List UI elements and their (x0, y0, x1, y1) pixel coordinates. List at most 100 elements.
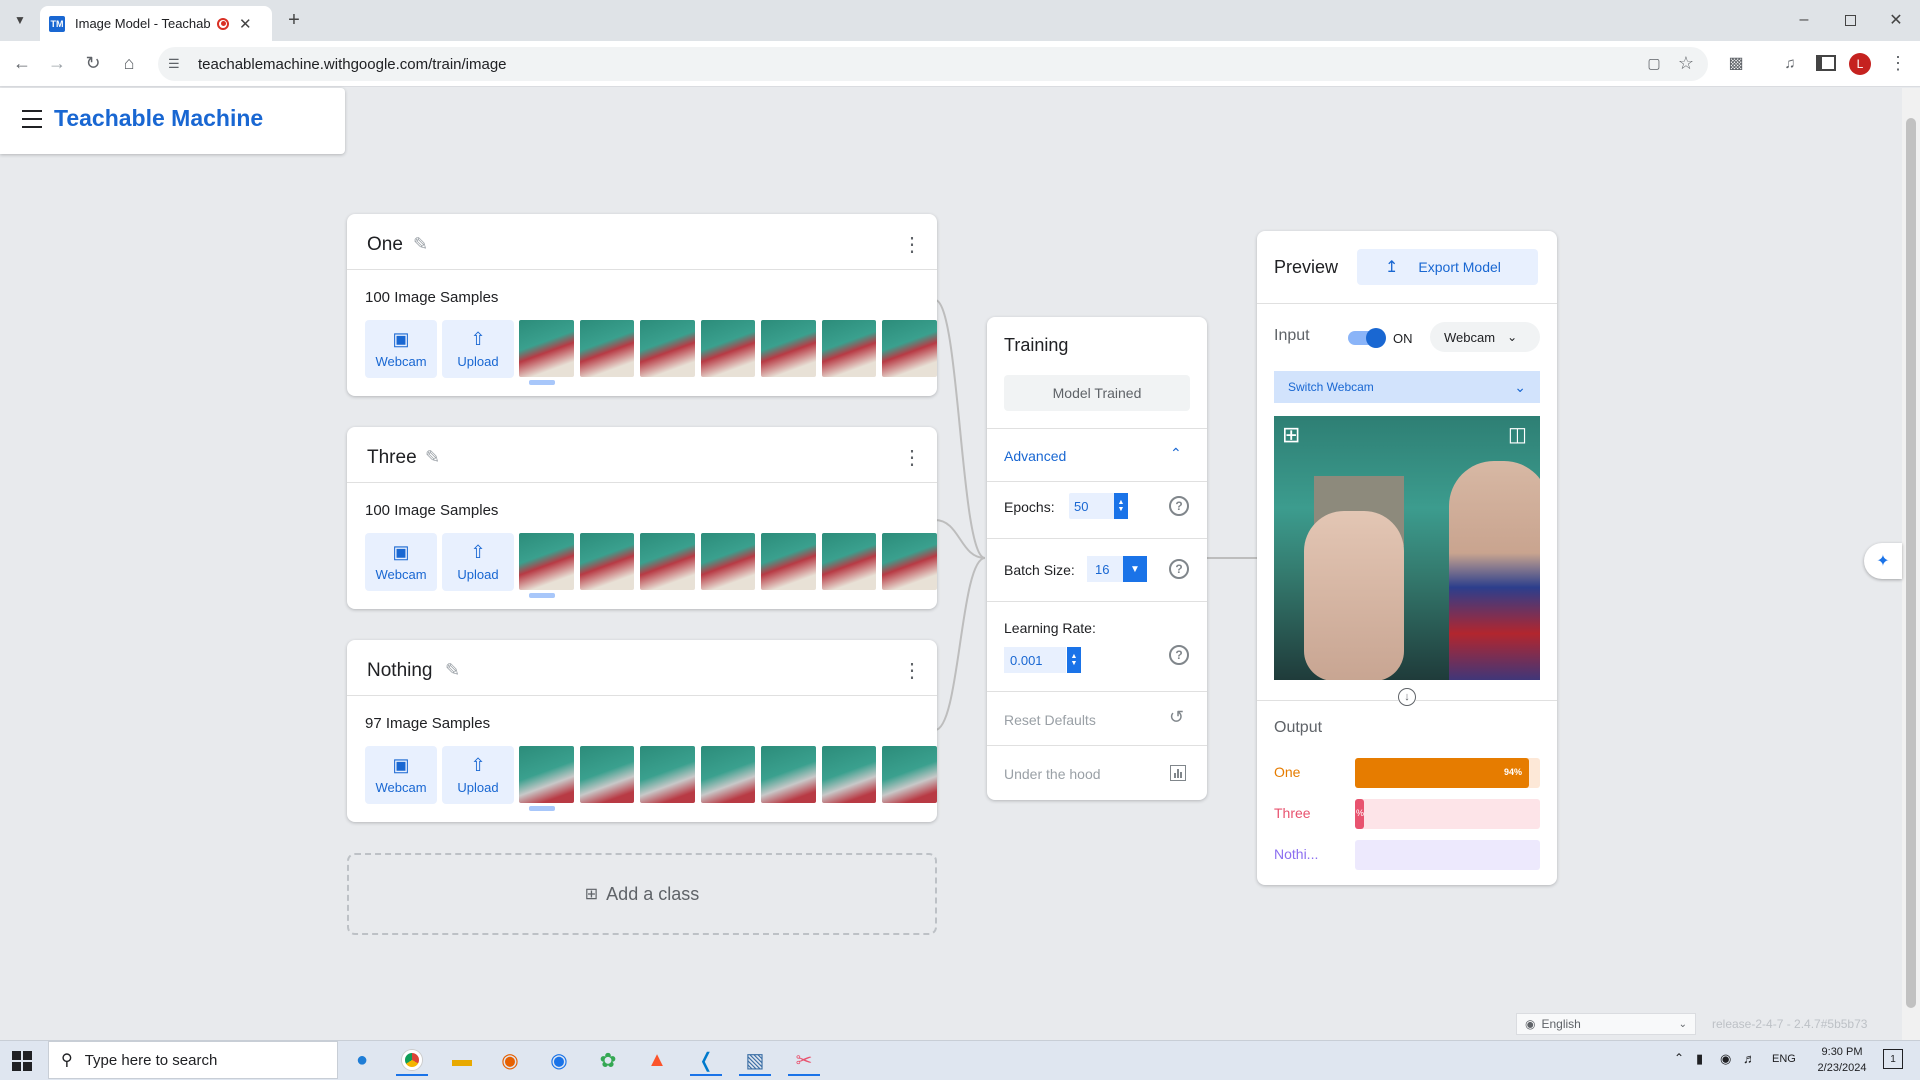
extensions-icon[interactable]: ▩ (1722, 49, 1750, 77)
sample-thumbnail[interactable] (882, 746, 937, 803)
taskbar-search-box[interactable]: ⚲ Type here to search (48, 1041, 338, 1079)
sample-thumbnail[interactable] (640, 320, 695, 377)
class-options-icon[interactable]: ⋮ (902, 445, 922, 470)
clock[interactable]: 9:30 PM 2/23/2024 (1810, 1044, 1874, 1076)
back-icon[interactable]: ← (8, 49, 36, 77)
battery-icon[interactable]: ▮ (1696, 1051, 1703, 1067)
sample-thumbnails[interactable] (519, 533, 937, 590)
class-name[interactable]: Three (367, 447, 417, 469)
camera-in-use-icon[interactable]: ▢ (1640, 49, 1668, 77)
reset-defaults-button[interactable]: Reset Defaults (1004, 712, 1096, 728)
sample-thumbnail[interactable] (579, 746, 635, 803)
hamburger-menu-icon[interactable] (22, 110, 42, 128)
batch-size-select[interactable]: 16 (1087, 556, 1123, 582)
brave-icon[interactable]: ▲ (641, 1046, 673, 1074)
sample-thumbnail[interactable] (821, 746, 877, 803)
history-icon[interactable]: ↺ (1169, 707, 1184, 728)
chrome-icon[interactable] (396, 1046, 428, 1076)
thumbnail-scrollbar[interactable] (529, 380, 555, 385)
file-explorer-icon[interactable]: ▬ (446, 1046, 478, 1074)
language-select[interactable]: ◉ English ⌄ (1516, 1013, 1696, 1035)
learning-rate-input[interactable]: 0.001 (1004, 647, 1066, 673)
sample-thumbnails[interactable] (519, 320, 937, 377)
upload-button[interactable]: ⇧ Upload (442, 320, 514, 378)
webcam-button[interactable]: ▣ Webcam (365, 320, 437, 378)
sample-thumbnail[interactable] (821, 533, 877, 590)
crop-icon[interactable]: ⊞ (1282, 422, 1300, 448)
firefox-icon[interactable]: ◉ (494, 1046, 526, 1074)
learning-rate-stepper[interactable]: ▲ ▼ (1067, 647, 1081, 673)
sample-thumbnail[interactable] (821, 320, 877, 377)
sample-thumbnail[interactable] (882, 533, 937, 590)
sample-thumbnail[interactable] (761, 533, 816, 590)
app-window-icon[interactable]: ▧ (739, 1046, 771, 1076)
sparkle-assist-icon[interactable]: ✦ (1864, 543, 1902, 579)
sample-thumbnail[interactable] (519, 533, 574, 590)
bar-chart-icon[interactable] (1170, 765, 1186, 781)
class-options-icon[interactable]: ⋮ (902, 232, 922, 257)
media-control-icon[interactable]: ♫ (1776, 49, 1804, 77)
browser-tab[interactable]: TM Image Model - Teachable M ✕ (40, 6, 272, 41)
home-icon[interactable]: ⌂ (115, 49, 143, 77)
chevron-up-icon[interactable]: ⌃ (1170, 445, 1182, 462)
class-options-icon[interactable]: ⋮ (902, 658, 922, 683)
sample-thumbnail[interactable] (700, 746, 756, 803)
help-icon[interactable]: ? (1169, 559, 1189, 579)
sample-thumbnail[interactable] (761, 746, 816, 803)
windows-start-icon[interactable] (12, 1051, 32, 1071)
dropdown-arrow-icon[interactable]: ▼ (1123, 556, 1147, 582)
sample-thumbnail[interactable] (640, 746, 695, 803)
upload-button[interactable]: ⇧ Upload (442, 746, 514, 804)
add-class-button[interactable]: ⊞ Add a class (347, 853, 937, 935)
reload-icon[interactable]: ↻ (79, 49, 107, 77)
tray-chevron-icon[interactable]: ⌃ (1674, 1051, 1684, 1065)
sample-thumbnails[interactable] (519, 746, 937, 803)
sample-thumbnail[interactable] (761, 320, 816, 377)
train-model-button[interactable]: Model Trained (1004, 375, 1190, 411)
class-name[interactable]: One (367, 234, 403, 256)
flip-icon[interactable]: ◫ (1508, 422, 1527, 447)
edit-pencil-icon[interactable]: ✎ (445, 660, 460, 681)
class-name[interactable]: Nothing (367, 660, 433, 682)
browser-app-icon[interactable]: ◉ (543, 1046, 575, 1074)
vscode-icon[interactable]: ❬ (690, 1046, 722, 1076)
webcam-button[interactable]: ▣ Webcam (365, 533, 437, 591)
help-icon[interactable]: ? (1169, 496, 1189, 516)
volume-icon[interactable]: ♬ (1743, 1051, 1756, 1066)
advanced-toggle-label[interactable]: Advanced (1004, 448, 1066, 464)
wifi-icon[interactable]: ◉ (1720, 1051, 1731, 1067)
sample-thumbnail[interactable] (700, 533, 756, 590)
sample-thumbnail[interactable] (640, 533, 695, 590)
sample-thumbnail[interactable] (519, 746, 574, 803)
side-panel-icon[interactable] (1812, 49, 1840, 77)
thumbnail-scrollbar[interactable] (529, 593, 555, 598)
address-bar[interactable]: ☰ teachablemachine.withgoogle.com/train/… (158, 47, 1708, 81)
edge-icon[interactable]: ● (346, 1046, 378, 1074)
input-source-select[interactable]: Webcam ⌄ (1430, 322, 1540, 352)
under-the-hood-button[interactable]: Under the hood (1004, 766, 1101, 782)
sample-thumbnail[interactable] (882, 320, 937, 377)
sample-thumbnail[interactable] (579, 320, 635, 377)
window-close-icon[interactable]: ✕ (1884, 8, 1908, 32)
edit-pencil-icon[interactable]: ✎ (425, 447, 440, 468)
epochs-stepper[interactable]: ▲ ▼ (1114, 493, 1128, 519)
export-model-button[interactable]: ↥ Export Model (1357, 249, 1538, 285)
webcam-button[interactable]: ▣ Webcam (365, 746, 437, 804)
scrollbar-thumb[interactable] (1906, 118, 1916, 1008)
snipping-tool-icon[interactable]: ✂ (788, 1046, 820, 1076)
app-icon[interactable]: ✿ (592, 1046, 624, 1074)
tab-close-icon[interactable]: ✕ (239, 15, 252, 33)
help-icon[interactable]: ? (1169, 645, 1189, 665)
browser-menu-icon[interactable]: ⋮ (1884, 49, 1912, 77)
input-language[interactable]: ENG (1772, 1053, 1796, 1065)
restore-icon[interactable] (1838, 8, 1862, 32)
upload-button[interactable]: ⇧ Upload (442, 533, 514, 591)
app-title[interactable]: Teachable Machine (54, 105, 263, 132)
switch-webcam-select[interactable]: Switch Webcam ⌄ (1274, 371, 1540, 403)
bookmark-star-icon[interactable]: ☆ (1672, 49, 1700, 77)
edit-pencil-icon[interactable]: ✎ (413, 234, 428, 255)
new-tab-icon[interactable]: + (282, 8, 306, 32)
sample-thumbnail[interactable] (579, 533, 635, 590)
minimize-icon[interactable]: – (1792, 8, 1816, 32)
notifications-icon[interactable]: 1 (1883, 1049, 1903, 1069)
